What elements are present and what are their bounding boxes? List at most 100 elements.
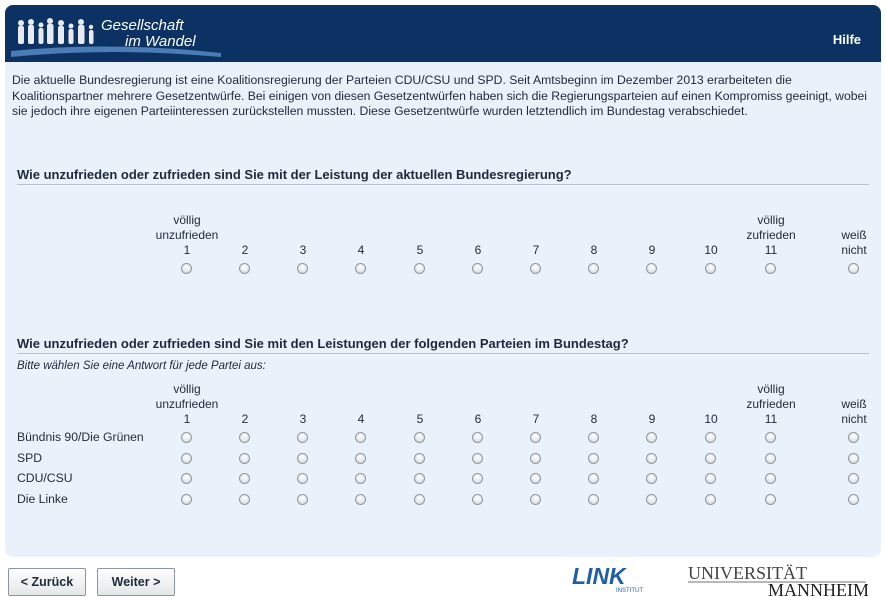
link-logo-subtext: INSTITUT <box>616 588 643 594</box>
party-row-4-radio-11[interactable] <box>765 494 776 505</box>
question2-divider <box>17 353 869 354</box>
q1-radio-11[interactable] <box>765 263 776 274</box>
scale-point-3: 3 <box>299 243 307 257</box>
q1-radio-8[interactable] <box>588 263 599 274</box>
party-row-3-radio-7[interactable] <box>530 473 541 484</box>
party-row-1-radio-7[interactable] <box>530 432 541 443</box>
party-row-2-radio-5[interactable] <box>414 453 425 464</box>
q1-radio-2[interactable] <box>239 263 250 274</box>
party-row-1-radio-10[interactable] <box>705 432 716 443</box>
party-row-4-radio-8[interactable] <box>588 494 599 505</box>
party-row-2-radio-11[interactable] <box>765 453 776 464</box>
scale-dont-know-text: nicht <box>841 243 867 257</box>
q1-radio-10[interactable] <box>705 263 716 274</box>
party-row-2-radio-2[interactable] <box>239 453 250 464</box>
party-row-2-radio-weiss-nicht[interactable] <box>848 453 859 464</box>
party-row-3-radio-3[interactable] <box>297 473 308 484</box>
party-row-4-radio-5[interactable] <box>414 494 425 505</box>
party-row-label: SPD <box>17 451 43 465</box>
party-row-1-radio-5[interactable] <box>414 432 425 443</box>
scale-point-9: 9 <box>648 243 656 257</box>
party-row-3-radio-1[interactable] <box>181 473 192 484</box>
party-row-1-radio-6[interactable] <box>472 432 483 443</box>
party-row-3-radio-11[interactable] <box>765 473 776 484</box>
party-row-1-radio-1[interactable] <box>181 432 192 443</box>
help-link[interactable]: Hilfe <box>833 32 861 47</box>
scale-low-anchor-text: unzufrieden <box>155 228 219 242</box>
party-row-2-radio-3[interactable] <box>297 453 308 464</box>
party-row-1-radio-weiss-nicht[interactable] <box>848 432 859 443</box>
scale-point-8: 8 <box>590 243 598 257</box>
party-row-4-radio-4[interactable] <box>355 494 366 505</box>
scale-point-2: 2 <box>241 412 249 426</box>
q1-radio-1[interactable] <box>181 263 192 274</box>
party-row-3-radio-4[interactable] <box>355 473 366 484</box>
scale-point-3: 3 <box>299 412 307 426</box>
party-row-4-radio-6[interactable] <box>472 494 483 505</box>
party-row-4-radio-9[interactable] <box>646 494 657 505</box>
party-row-2-radio-1[interactable] <box>181 453 192 464</box>
q1-radio-7[interactable] <box>530 263 541 274</box>
party-row-3-radio-10[interactable] <box>705 473 716 484</box>
party-row-2-radio-6[interactable] <box>472 453 483 464</box>
scale-point-6: 6 <box>474 412 482 426</box>
party-row-3-radio-5[interactable] <box>414 473 425 484</box>
party-row-3-radio-weiss-nicht[interactable] <box>848 473 859 484</box>
scale-high-anchor-text: zufrieden <box>746 397 796 411</box>
party-row-2-radio-4[interactable] <box>355 453 366 464</box>
scale-low-anchor-text: völlig <box>173 382 201 396</box>
q1-radio-3[interactable] <box>297 263 308 274</box>
scale-point-8: 8 <box>590 412 598 426</box>
scale-point-2: 2 <box>241 243 249 257</box>
q1-radio-4[interactable] <box>355 263 366 274</box>
scale-point-11: 11 <box>764 412 778 426</box>
scale-point-10: 10 <box>704 243 718 257</box>
scale-point-10: 10 <box>704 412 718 426</box>
scale-point-9: 9 <box>648 412 656 426</box>
scale-point-5: 5 <box>416 412 424 426</box>
party-row-1-radio-11[interactable] <box>765 432 776 443</box>
logo-text-line2: im Wandel <box>125 33 196 50</box>
party-row-2-radio-9[interactable] <box>646 453 657 464</box>
party-row-4-radio-3[interactable] <box>297 494 308 505</box>
uni-mannheim-logo: UNIVERSITÄT MANNHEIM <box>688 564 868 597</box>
scale-high-anchor-text: völlig <box>757 213 785 227</box>
party-row-1-radio-3[interactable] <box>297 432 308 443</box>
link-institut-logo: LINK INSTITUT <box>572 564 643 594</box>
party-row-3-radio-8[interactable] <box>588 473 599 484</box>
party-row-4-radio-weiss-nicht[interactable] <box>848 494 859 505</box>
next-button[interactable]: Weiter > <box>97 568 175 596</box>
party-row-1-radio-8[interactable] <box>588 432 599 443</box>
question2-instruction: Bitte wählen Sie eine Antwort für jede P… <box>17 360 266 372</box>
party-row-1-radio-4[interactable] <box>355 432 366 443</box>
party-row-2-radio-10[interactable] <box>705 453 716 464</box>
q1-radio-weiss-nicht[interactable] <box>848 263 859 274</box>
party-row-4-radio-2[interactable] <box>239 494 250 505</box>
uni-logo-line2: MANNHEIM <box>768 580 868 597</box>
party-row-label: Bündnis 90/Die Grünen <box>17 430 144 444</box>
scale-dont-know-text: nicht <box>841 412 867 426</box>
party-row-4-radio-10[interactable] <box>705 494 716 505</box>
q1-radio-6[interactable] <box>472 263 483 274</box>
back-button[interactable]: < Zurück <box>8 568 86 596</box>
scale-point-6: 6 <box>474 243 482 257</box>
scale-point-4: 4 <box>357 243 365 257</box>
party-row-3-radio-6[interactable] <box>472 473 483 484</box>
party-row-3-radio-9[interactable] <box>646 473 657 484</box>
party-row-4-radio-1[interactable] <box>181 494 192 505</box>
question2-title: Wie unzufrieden oder zufrieden sind Sie … <box>17 336 629 351</box>
party-row-1-radio-2[interactable] <box>239 432 250 443</box>
party-row-2-radio-8[interactable] <box>588 453 599 464</box>
scale-low-anchor-text: unzufrieden <box>155 397 219 411</box>
party-row-2-radio-7[interactable] <box>530 453 541 464</box>
scale-high-anchor-text: zufrieden <box>746 228 796 242</box>
q1-radio-5[interactable] <box>414 263 425 274</box>
party-row-1-radio-9[interactable] <box>646 432 657 443</box>
scale-low-anchor: völlig unzufrieden <box>147 382 227 412</box>
party-row-4-radio-7[interactable] <box>530 494 541 505</box>
scale-high-anchor: völlig zufrieden <box>731 382 811 412</box>
q1-radio-9[interactable] <box>646 263 657 274</box>
scale-low-anchor-text: völlig <box>173 213 201 227</box>
party-row-3-radio-2[interactable] <box>239 473 250 484</box>
scale-low-anchor: völlig unzufrieden <box>147 213 227 243</box>
